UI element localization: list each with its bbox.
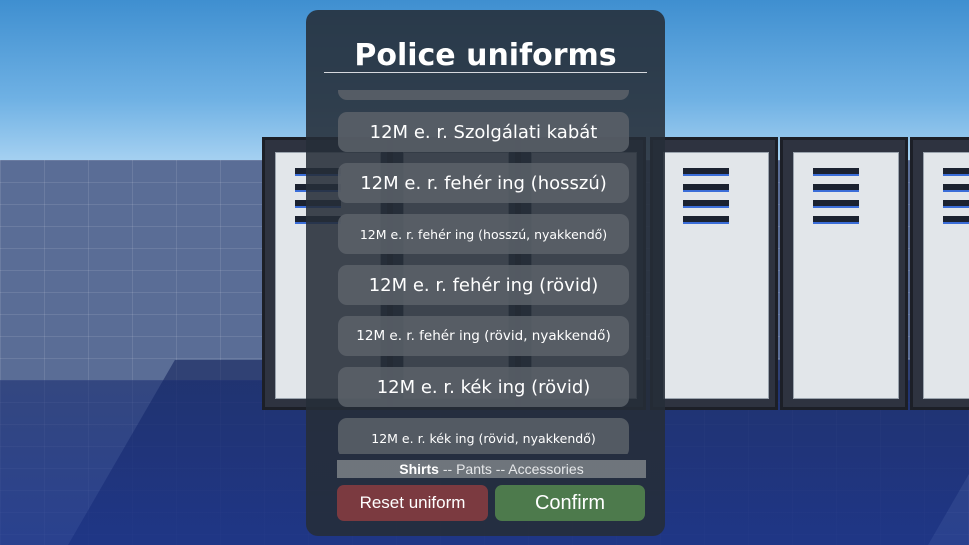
uniform-list[interactable]: 12M e. r. Szolgálati kabát 12M e. r. feh… — [306, 90, 665, 454]
locker-vent — [683, 168, 729, 176]
locker-vent — [683, 200, 729, 208]
uniform-item[interactable]: 12M e. r. fehér ing (hosszú) — [338, 163, 629, 203]
tab-accessories[interactable]: Accessories — [508, 461, 583, 477]
title-divider — [324, 72, 647, 73]
uniform-item[interactable]: 12M e. r. kék ing (rövid) — [338, 367, 629, 407]
confirm-button[interactable]: Confirm — [495, 485, 645, 521]
locker-vent — [813, 168, 859, 176]
locker-vent — [813, 216, 859, 224]
locker-vent — [943, 184, 969, 192]
uniform-item[interactable]: 12M e. r. fehér ing (rövid) — [338, 265, 629, 305]
uniform-panel: Police uniforms 12M e. r. Szolgálati kab… — [306, 10, 665, 536]
locker-vent — [683, 216, 729, 224]
uniform-item[interactable]: 12M e. r. fehér ing (rövid, nyakkendő) — [338, 316, 629, 356]
uniform-item[interactable]: 12M e. r. kék ing (rövid, nyakkendő) — [338, 418, 629, 454]
reset-uniform-button[interactable]: Reset uniform — [337, 485, 488, 521]
locker-vent — [943, 200, 969, 208]
uniform-item[interactable]: 12M e. r. fehér ing (hosszú, nyakkendő) — [338, 214, 629, 254]
locker-vent — [683, 184, 729, 192]
locker-vent — [943, 168, 969, 176]
locker-vent — [943, 216, 969, 224]
locker — [650, 137, 778, 410]
list-item-partial[interactable] — [338, 90, 629, 100]
locker — [780, 137, 908, 410]
category-tabs: Shirts -- Pants -- Accessories — [337, 460, 646, 478]
tab-shirts[interactable]: Shirts — [399, 461, 439, 477]
panel-title: Police uniforms — [354, 38, 617, 73]
locker-vent — [813, 184, 859, 192]
uniform-item[interactable]: 12M e. r. Szolgálati kabát — [338, 112, 629, 152]
tab-separator: -- — [491, 461, 509, 477]
locker-vent — [813, 200, 859, 208]
locker — [910, 137, 969, 410]
tab-separator: -- — [438, 461, 457, 477]
tab-pants[interactable]: Pants — [456, 461, 492, 477]
